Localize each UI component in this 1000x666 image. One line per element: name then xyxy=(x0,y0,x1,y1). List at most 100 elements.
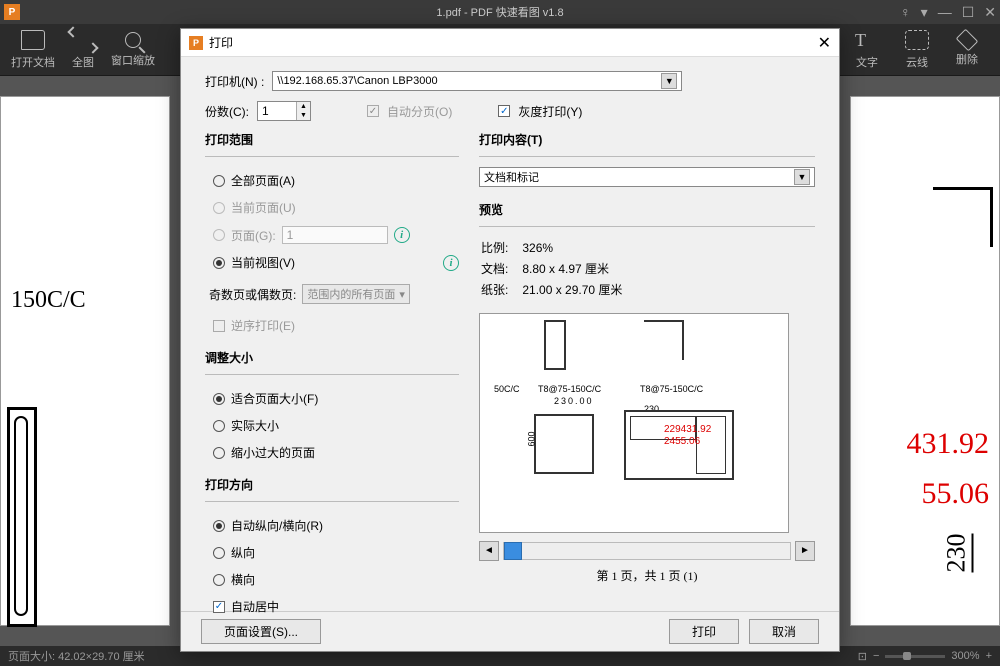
dialog-titlebar: P 打印 ✕ xyxy=(181,29,839,57)
radio-portrait[interactable] xyxy=(213,547,225,559)
full-label: 全图 xyxy=(72,54,94,70)
preview-prev-button[interactable]: ◄ xyxy=(479,541,499,561)
resize-title: 调整大小 xyxy=(205,349,459,366)
text-icon: T xyxy=(855,30,879,50)
radio-all-pages[interactable] xyxy=(213,175,225,187)
spinner-up-button[interactable]: ▲ xyxy=(296,102,310,111)
oddeven-select: 范围内的所有页面 ▾ xyxy=(302,284,410,304)
open-document-button[interactable]: 打开文档 xyxy=(8,26,58,74)
radio-current-view[interactable] xyxy=(213,257,225,269)
auto-center-checkbox[interactable]: ✓ xyxy=(213,601,225,613)
doc-label-150c: 150C/C xyxy=(11,287,86,314)
actual-size-label: 实际大小 xyxy=(231,417,279,434)
copies-spinner[interactable]: 1 ▲ ▼ xyxy=(257,101,311,121)
menu-dropdown-icon[interactable]: ▾ xyxy=(921,4,928,21)
radio-current-page xyxy=(213,202,225,214)
print-button[interactable]: 打印 xyxy=(669,619,739,644)
info-icon[interactable]: i xyxy=(394,227,410,243)
reverse-checkbox: ✓ xyxy=(213,320,225,332)
doc-red-2: 55.06 xyxy=(922,477,990,511)
auto-orient-label: 自动纵向/横向(R) xyxy=(231,517,323,534)
zoom-in-button[interactable]: + xyxy=(986,650,992,662)
preview-next-button[interactable]: ► xyxy=(795,541,815,561)
spinner-down-button[interactable]: ▼ xyxy=(296,111,310,120)
text-label: 文字 xyxy=(856,54,878,70)
printer-select[interactable]: \\192.168.65.37\Canon LBP3000 ▼ xyxy=(272,71,682,91)
chevron-down-icon: ▾ xyxy=(399,288,405,301)
window-zoom-button[interactable]: 窗口缩放 xyxy=(108,26,158,74)
printer-label: 打印机(N) : xyxy=(205,73,264,90)
print-dialog: P 打印 ✕ 打印机(N) : \\192.168.65.37\Canon LB… xyxy=(180,28,840,652)
maximize-button[interactable]: ☐ xyxy=(962,4,975,21)
print-content-title: 打印内容(T) xyxy=(479,131,815,148)
zoom-label: 窗口缩放 xyxy=(111,52,155,68)
dialog-icon: P xyxy=(189,36,203,50)
radio-pages xyxy=(213,229,225,241)
radio-shrink[interactable] xyxy=(213,447,225,459)
pages-input xyxy=(282,226,388,244)
preview-scrollbar-thumb[interactable] xyxy=(504,542,522,560)
page-size-status: 页面大小: 42.02×29.70 厘米 xyxy=(8,648,145,664)
erase-label: 删除 xyxy=(956,51,978,67)
folder-icon xyxy=(21,30,45,50)
eraser-icon xyxy=(956,28,979,51)
zoom-fit-icon[interactable]: ⊡ xyxy=(858,650,867,663)
all-pages-label: 全部页面(A) xyxy=(231,172,295,189)
pages-label: 页面(G): xyxy=(231,227,276,244)
radio-actual-size[interactable] xyxy=(213,420,225,432)
shrink-label: 缩小过大的页面 xyxy=(231,444,315,461)
preview-page-nav: ◄ ► xyxy=(479,541,815,561)
titlebar: P 1.pdf - PDF 快速看图 v1.8 ♀ ▾ — ☐ ✕ xyxy=(0,0,1000,24)
fit-page-label: 适合页面大小(F) xyxy=(231,390,318,407)
dialog-title: 打印 xyxy=(209,34,233,51)
full-view-button[interactable]: 全图 xyxy=(58,26,108,74)
print-content-value: 文档和标记 xyxy=(484,169,539,185)
app-icon: P xyxy=(4,4,20,20)
oddeven-label: 奇数页或偶数页: xyxy=(209,286,296,303)
zoom-value: 300% xyxy=(951,650,979,662)
cancel-button[interactable]: 取消 xyxy=(749,619,819,644)
print-content-select[interactable]: 文档和标记 ▼ xyxy=(479,167,815,187)
minimize-button[interactable]: — xyxy=(938,4,952,21)
cloud-line-button[interactable]: 云线 xyxy=(892,26,942,74)
current-page-label: 当前页面(U) xyxy=(231,199,296,216)
doc-red-1: 431.92 xyxy=(907,427,990,461)
open-label: 打开文档 xyxy=(11,54,55,70)
preview-scrollbar[interactable] xyxy=(503,542,791,560)
collate-checkbox: ✓ xyxy=(367,105,379,117)
chevron-down-icon: ▼ xyxy=(661,73,677,89)
close-button[interactable]: ✕ xyxy=(984,4,996,21)
orientation-title: 打印方向 xyxy=(205,476,459,493)
expand-icon xyxy=(71,30,95,50)
print-range-title: 打印范围 xyxy=(205,131,459,148)
user-icon[interactable]: ♀ xyxy=(900,4,911,21)
copies-value: 1 xyxy=(258,104,296,118)
zoom-out-button[interactable]: − xyxy=(873,650,879,662)
zoom-slider[interactable] xyxy=(885,655,945,658)
info-icon-2[interactable]: i xyxy=(443,255,459,271)
reverse-label: 逆序打印(E) xyxy=(231,317,295,334)
document-page-left: 150C/C xyxy=(0,96,170,626)
doc-dim-230: 230 xyxy=(942,534,974,573)
radio-auto-orient[interactable] xyxy=(213,520,225,532)
preview-title: 预览 xyxy=(479,201,815,218)
landscape-label: 横向 xyxy=(231,571,255,588)
oddeven-value: 范围内的所有页面 xyxy=(307,286,395,302)
delete-tool-button[interactable]: 删除 xyxy=(942,26,992,74)
current-view-label: 当前视图(V) xyxy=(231,254,295,271)
auto-center-label: 自动居中 xyxy=(231,598,279,615)
portrait-label: 纵向 xyxy=(231,544,255,561)
radio-fit-page[interactable] xyxy=(213,393,225,405)
page-setup-button[interactable]: 页面设置(S)... xyxy=(201,619,321,644)
text-tool-button[interactable]: T 文字 xyxy=(842,26,892,74)
chevron-down-icon: ▼ xyxy=(794,169,810,185)
cloud-icon xyxy=(905,30,929,50)
radio-landscape[interactable] xyxy=(213,574,225,586)
dialog-close-button[interactable]: ✕ xyxy=(818,33,831,53)
preview-page-label: 第 1 页，共 1 页 (1) xyxy=(479,567,815,584)
grayscale-checkbox[interactable]: ✓ xyxy=(498,105,510,117)
window-title: 1.pdf - PDF 快速看图 v1.8 xyxy=(436,4,563,20)
document-page-right: 431.92 55.06 230 xyxy=(850,96,1000,626)
magnifier-icon xyxy=(125,32,141,48)
preview-info: 比例:326% 文档:8.80 x 4.97 厘米 纸张:21.00 x 29.… xyxy=(479,237,815,303)
